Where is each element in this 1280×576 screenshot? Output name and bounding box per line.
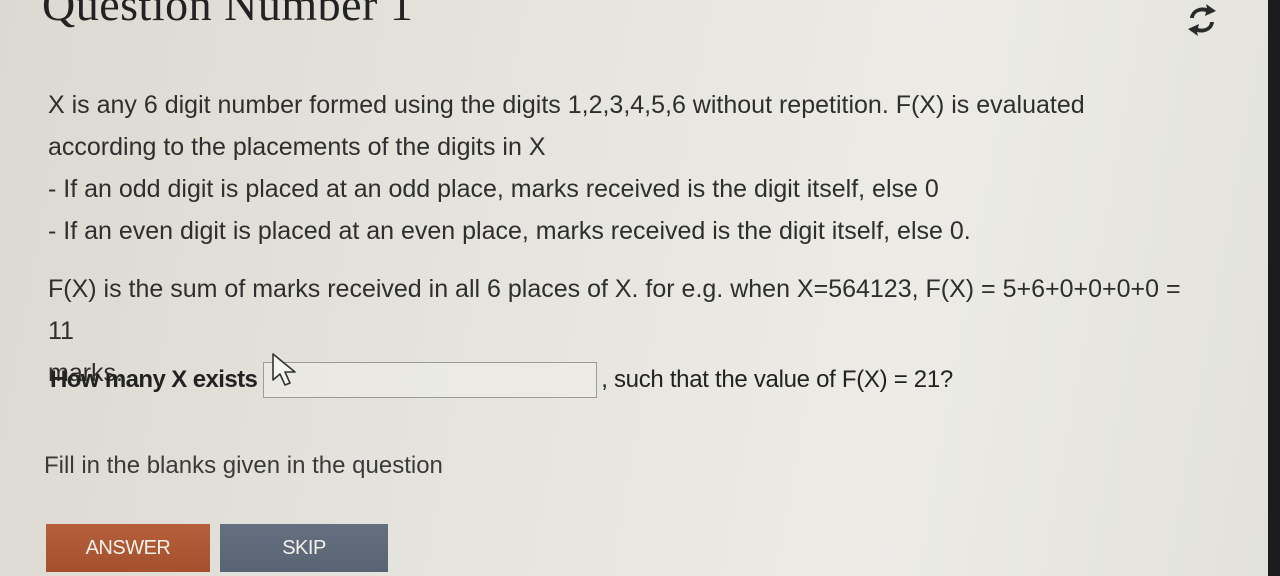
refresh-icon [1188, 4, 1216, 36]
question-page: Question Number 1 X is any 6 digit numbe… [0, 0, 1268, 576]
answer-input[interactable] [263, 362, 598, 398]
rule-line: - If an odd digit is placed at an odd pl… [48, 175, 939, 203]
refresh-button[interactable] [1180, 2, 1224, 38]
fill-suffix: , such that the value of F(X) = 21? [601, 366, 953, 393]
example-line: F(X) is the sum of marks received in all… [48, 275, 1181, 345]
fill-prefix: How many X exists [50, 366, 258, 393]
skip-button[interactable]: SKIP [220, 524, 388, 572]
instruction-hint: Fill in the blanks given in the question [44, 452, 443, 479]
question-line: according to the placements of the digit… [48, 133, 546, 161]
question-line: X is any 6 digit number formed using the… [48, 91, 1085, 119]
screen-bezel [1268, 0, 1280, 576]
question-text: X is any 6 digit number formed using the… [48, 84, 1208, 394]
answer-button[interactable]: ANSWER [46, 524, 210, 572]
page-title: Question Number 1 [42, 0, 414, 30]
rule-line: - If an even digit is placed at an even … [48, 217, 971, 245]
fill-in-blank-row: How many X exists , such that the value … [50, 362, 953, 398]
